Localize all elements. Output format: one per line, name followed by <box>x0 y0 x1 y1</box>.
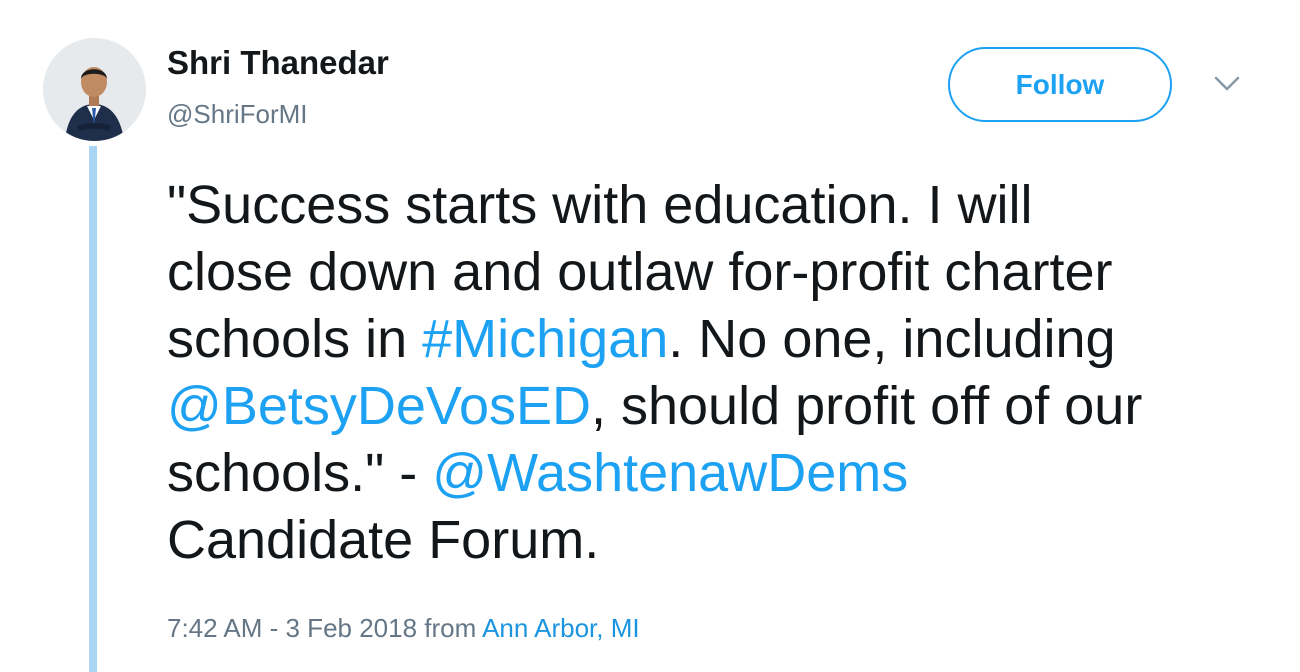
tweet-text-line: "Success starts with education. I will <box>167 172 1267 239</box>
tweet-text-segment: close down and outlaw for-profit charter <box>167 242 1113 302</box>
chevron-down-icon <box>1214 76 1240 91</box>
tweet-metadata: 7:42 AM - 3 Feb 2018 from Ann Arbor, MI <box>167 613 640 644</box>
tweet-text-segment: . No one, including <box>668 309 1116 369</box>
avatar-image <box>43 38 146 141</box>
tweet-text-segment: schools." - <box>167 443 433 503</box>
tweet-text-line: schools in #Michigan. No one, including <box>167 306 1267 373</box>
tweet-text-segment: "Success starts with education. I will <box>167 175 1033 235</box>
from-label: from <box>417 613 483 643</box>
author-handle[interactable]: @ShriForMI <box>167 99 308 130</box>
tweet-text-line: @BetsyDeVosED, should profit off of our <box>167 373 1267 440</box>
tweet-text-segment: schools in <box>167 309 423 369</box>
tweet-text-line: close down and outlaw for-profit charter <box>167 239 1267 306</box>
mention-link[interactable]: @WashtenawDems <box>432 443 908 503</box>
thread-connector-line <box>89 146 97 672</box>
tweet-text-segment: , should profit off of our <box>590 376 1143 436</box>
tweet-options-menu[interactable] <box>1212 74 1242 94</box>
tweet-text-line: schools." - @WashtenawDems <box>167 440 1267 507</box>
tweet-text-line: Candidate Forum. <box>167 507 1267 574</box>
avatar[interactable] <box>43 38 146 141</box>
hashtag-link[interactable]: #Michigan <box>422 309 668 369</box>
follow-button[interactable]: Follow <box>948 47 1172 122</box>
tweet-timestamp[interactable]: 7:42 AM - 3 Feb 2018 <box>167 613 417 643</box>
mention-link[interactable]: @BetsyDeVosED <box>167 376 591 436</box>
tweet-text: "Success starts with education. I will cl… <box>167 172 1267 574</box>
tweet-location-link[interactable]: Ann Arbor, MI <box>482 613 640 643</box>
author-name[interactable]: Shri Thanedar <box>167 44 389 82</box>
tweet-text-segment: Candidate Forum. <box>167 510 600 570</box>
